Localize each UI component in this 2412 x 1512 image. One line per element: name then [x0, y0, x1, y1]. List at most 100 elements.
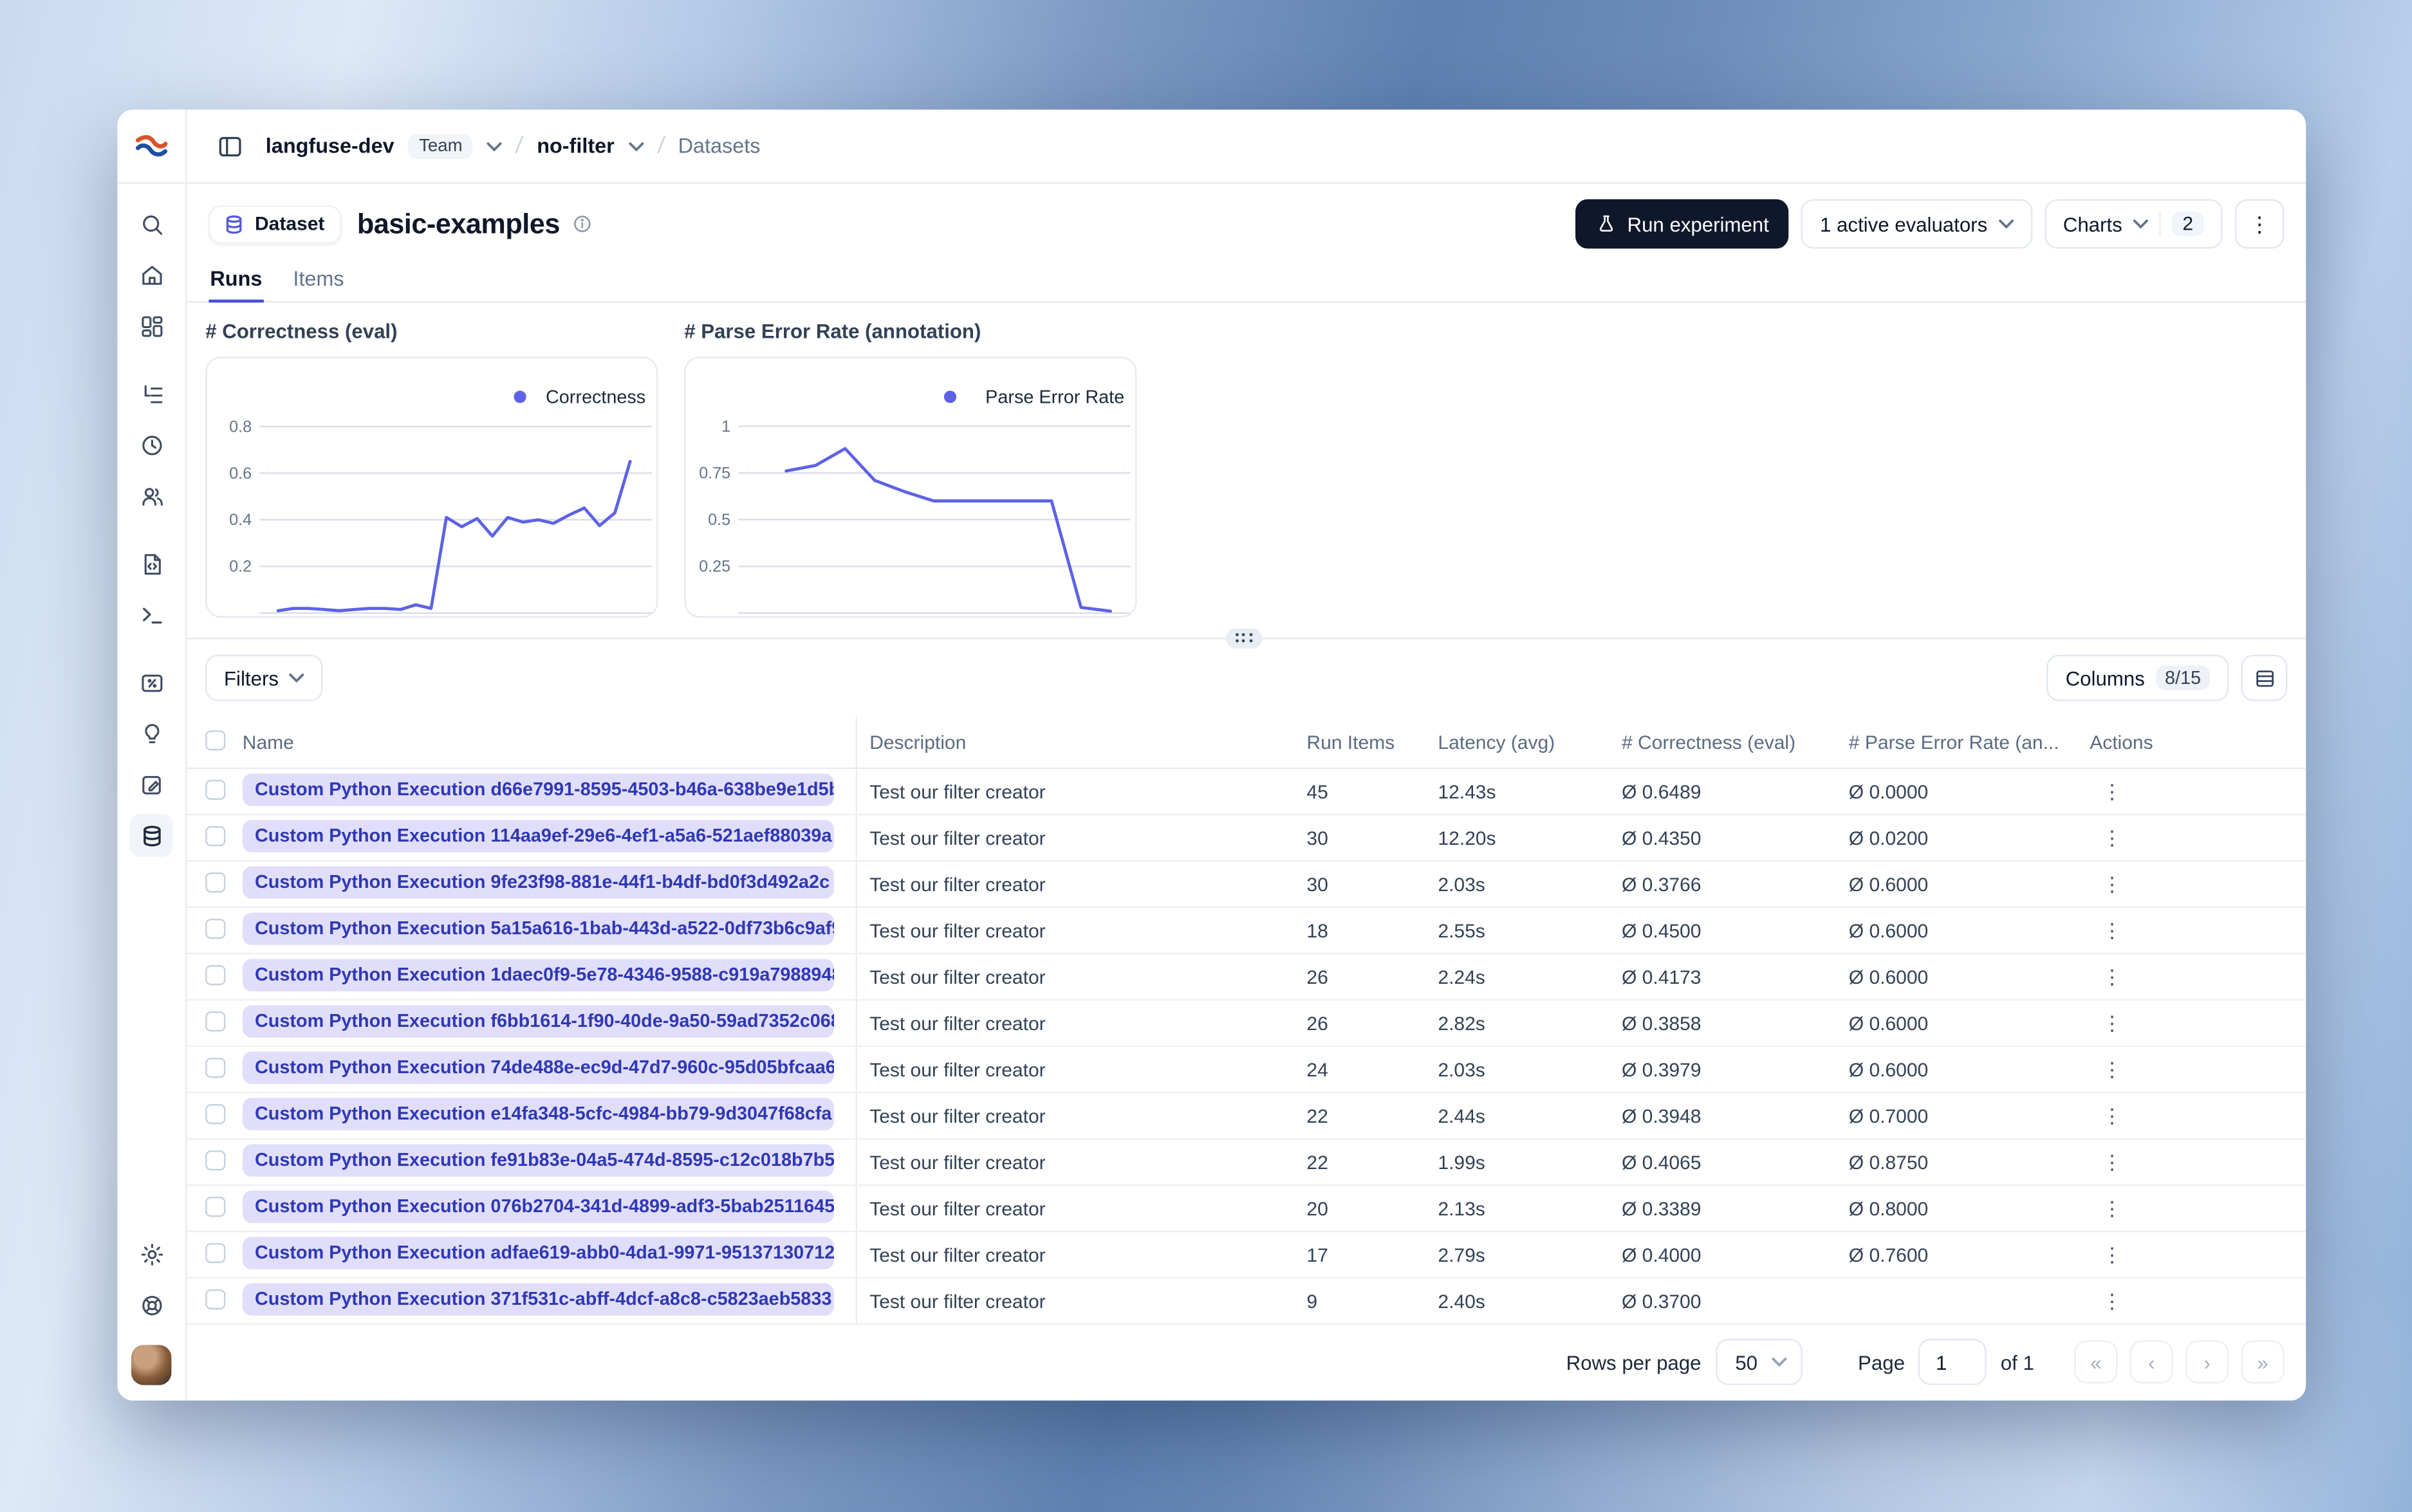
sidebar-item-home[interactable] — [130, 254, 173, 297]
row-actions-button[interactable]: ⋮ — [2081, 825, 2122, 849]
row-checkbox[interactable] — [205, 825, 226, 845]
page-number-input[interactable] — [1918, 1338, 1987, 1385]
select-all-checkbox[interactable] — [205, 730, 226, 750]
row-checkbox[interactable] — [205, 1010, 226, 1031]
column-header-latency[interactable]: Latency (avg) — [1438, 731, 1622, 753]
run-items-value: 30 — [1306, 827, 1328, 849]
chevron-down-icon[interactable] — [628, 142, 644, 151]
chevron-down-icon — [2133, 219, 2149, 229]
parse-error-rate-value: Ø 0.0200 — [1848, 827, 1929, 849]
filters-button[interactable]: Filters — [205, 654, 324, 701]
row-checkbox[interactable] — [205, 1103, 226, 1124]
run-name-link[interactable]: Custom Python Execution d66e7991-8595-45… — [242, 773, 834, 806]
run-description: Test our filter creator — [855, 1093, 1307, 1138]
page-title: basic-examples — [357, 207, 561, 239]
active-evaluators-button[interactable]: 1 active evaluators — [1801, 199, 2032, 249]
latency-value: 1.99s — [1438, 1151, 1485, 1173]
column-header-run-items[interactable]: Run Items — [1306, 731, 1438, 753]
row-checkbox[interactable] — [205, 1242, 226, 1263]
run-description: Test our filter creator — [855, 815, 1307, 860]
run-name-link[interactable]: Custom Python Execution 076b2704-341d-48… — [242, 1190, 834, 1222]
first-page-button[interactable]: « — [2074, 1340, 2118, 1384]
rows-per-page-select[interactable]: 50 — [1716, 1338, 1803, 1385]
row-actions-button[interactable]: ⋮ — [2081, 918, 2122, 941]
charts-toggle-button[interactable]: Charts 2 — [2045, 199, 2223, 249]
terminal-icon — [142, 607, 162, 623]
row-actions-button[interactable]: ⋮ — [2081, 964, 2122, 988]
row-height-button[interactable] — [2241, 654, 2288, 701]
header-actions: Run experiment 1 active evaluators Chart… — [1574, 199, 2285, 249]
parse-error-rate-value: Ø 0.6000 — [1848, 1012, 1929, 1034]
run-name-link[interactable]: Custom Python Execution 9fe23f98-881e-44… — [242, 865, 834, 898]
database-icon — [142, 825, 160, 846]
row-actions-button[interactable]: ⋮ — [2081, 1196, 2122, 1219]
row-checkbox[interactable] — [205, 964, 226, 984]
column-header-name[interactable]: Name — [243, 731, 856, 753]
row-checkbox[interactable] — [205, 1149, 226, 1170]
run-name-link[interactable]: Custom Python Execution 74de488e-ec9d-47… — [242, 1051, 834, 1083]
row-checkbox[interactable] — [205, 1195, 226, 1217]
sidebar-item-datasets[interactable] — [129, 813, 173, 857]
sidebar-item-scores[interactable] — [130, 661, 173, 704]
project-name[interactable]: no-filter — [537, 134, 615, 158]
last-page-button[interactable]: » — [2241, 1340, 2285, 1384]
sidebar-item-support[interactable] — [130, 1283, 173, 1326]
sidebar-item-tracing[interactable] — [130, 372, 173, 415]
row-actions-button[interactable]: ⋮ — [2081, 779, 2122, 802]
columns-button[interactable]: Columns 8/15 — [2046, 654, 2229, 701]
row-actions-button[interactable]: ⋮ — [2081, 872, 2122, 895]
langfuse-logo[interactable] — [117, 109, 187, 183]
column-header-parse-error-rate[interactable]: # Parse Error Rate (an... — [1849, 731, 2081, 753]
drag-dots-icon — [1234, 632, 1254, 644]
sidebar-item-playground[interactable] — [130, 593, 173, 636]
run-name-link[interactable]: Custom Python Execution 1daec0f9-5e78-43… — [242, 958, 834, 991]
run-name-link[interactable]: Custom Python Execution 5a15a616-1bab-44… — [242, 912, 834, 945]
run-experiment-button[interactable]: Run experiment — [1574, 199, 1790, 249]
row-checkbox[interactable] — [205, 1288, 226, 1309]
run-description: Test our filter creator — [855, 862, 1307, 907]
chevron-down-icon[interactable] — [487, 142, 503, 151]
org-name[interactable]: langfuse-dev — [266, 134, 394, 158]
column-header-correctness[interactable]: # Correctness (eval) — [1622, 731, 1849, 753]
sidebar-item-dashboards[interactable] — [130, 304, 173, 347]
row-actions-button[interactable]: ⋮ — [2081, 1057, 2122, 1080]
run-name-link[interactable]: Custom Python Execution f6bb1614-1f90-40… — [242, 1004, 834, 1037]
sidebar-item-users[interactable] — [130, 474, 173, 517]
row-checkbox[interactable] — [205, 779, 226, 799]
sidebar-item-settings[interactable] — [130, 1232, 173, 1275]
row-checkbox[interactable] — [205, 917, 226, 938]
info-icon[interactable] — [572, 213, 594, 235]
sidebar-item-sessions[interactable] — [130, 423, 173, 466]
run-name-link[interactable]: Custom Python Execution adfae619-abb0-4d… — [242, 1236, 834, 1269]
main-content: Dataset basic-examples Run experiment 1 … — [187, 184, 2306, 1401]
row-actions-button[interactable]: ⋮ — [2081, 1242, 2122, 1266]
run-name-link[interactable]: Custom Python Execution e14fa348-5cfc-49… — [242, 1097, 834, 1130]
run-name-link[interactable]: Custom Python Execution fe91b83e-04a5-47… — [242, 1143, 834, 1176]
row-actions-button[interactable]: ⋮ — [2081, 1103, 2122, 1127]
sidebar-item-search[interactable] — [130, 202, 173, 245]
sidebar-item-prompts[interactable] — [130, 542, 173, 585]
next-page-button[interactable]: › — [2185, 1340, 2229, 1384]
row-actions-button[interactable]: ⋮ — [2081, 1011, 2122, 1034]
row-checkbox[interactable] — [205, 1056, 226, 1078]
tab-runs[interactable]: Runs — [209, 261, 264, 303]
chart-title-parse-error-rate: # Parse Error Rate (annotation) — [684, 319, 981, 343]
user-avatar[interactable] — [131, 1345, 172, 1385]
correctness-value: Ø 0.3979 — [1622, 1058, 1702, 1080]
more-actions-button[interactable]: ⋮ — [2234, 199, 2285, 249]
tab-items[interactable]: Items — [292, 261, 346, 301]
breadcrumb-section[interactable]: Datasets — [678, 134, 761, 158]
row-actions-button[interactable]: ⋮ — [2081, 1289, 2122, 1312]
run-name-link[interactable]: Custom Python Execution 371f531c-abff-4d… — [242, 1282, 834, 1315]
column-header-description[interactable]: Description — [855, 716, 1307, 768]
sidebar-toggle-button[interactable] — [209, 124, 252, 167]
resize-drag-handle[interactable] — [1226, 628, 1262, 649]
correctness-chart: 0.2 0.4 0.6 0.8 Correctness — [205, 356, 658, 618]
previous-page-button[interactable]: ‹ — [2129, 1340, 2173, 1384]
run-items-value: 22 — [1306, 1105, 1328, 1127]
run-name-link[interactable]: Custom Python Execution 114aa9ef-29e6-4e… — [242, 819, 834, 852]
sidebar-item-evaluators[interactable] — [130, 712, 173, 755]
row-actions-button[interactable]: ⋮ — [2081, 1150, 2122, 1173]
sidebar-item-annotation[interactable] — [130, 763, 173, 806]
row-checkbox[interactable] — [205, 871, 226, 892]
